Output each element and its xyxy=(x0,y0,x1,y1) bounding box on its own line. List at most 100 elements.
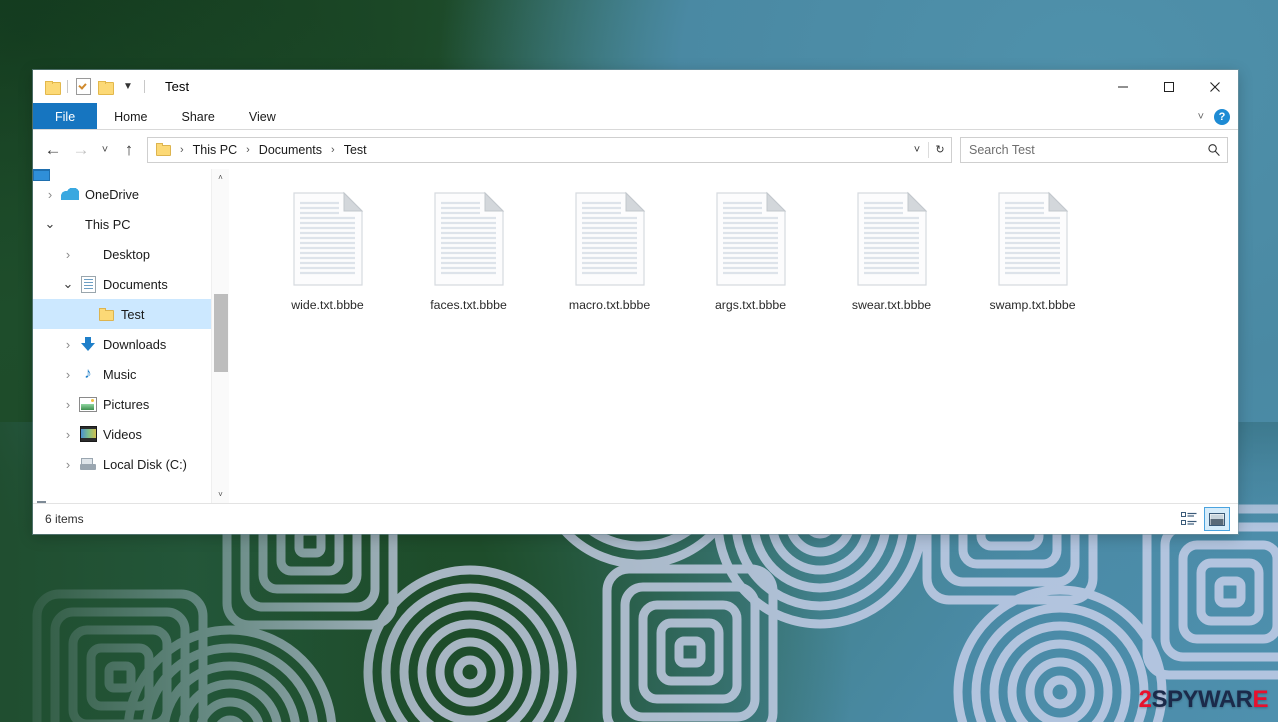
search-icon[interactable] xyxy=(1207,143,1221,157)
address-bar-actions: ˅ ↻ xyxy=(906,139,951,161)
watermark-suffix: E xyxy=(1252,686,1268,713)
file-item[interactable]: swear.txt.bbbe xyxy=(821,191,962,312)
tab-home[interactable]: Home xyxy=(97,103,164,130)
file-item[interactable]: faces.txt.bbbe xyxy=(398,191,539,312)
scroll-down-button[interactable]: ˅ xyxy=(212,486,229,503)
chevron-down-icon[interactable]: ˅ xyxy=(1198,111,1204,123)
sidebar-item-label: Music xyxy=(103,366,137,382)
ribbon-tab-bar: File Home Share View ˅ ? xyxy=(33,103,1238,130)
quick-access-toolbar: ▼ Test xyxy=(33,70,189,103)
text-file-icon[interactable] xyxy=(290,191,366,287)
ribbon-divider xyxy=(33,129,1238,130)
breadcrumb-separator-1: › xyxy=(246,143,250,156)
sidebar-item-documents[interactable]: ⌄ Documents xyxy=(33,269,229,299)
sidebar-item-desktop[interactable]: › Desktop xyxy=(33,170,229,269)
search-field[interactable] xyxy=(967,141,1207,158)
large-icons-view-button[interactable] xyxy=(1204,507,1230,531)
breadcrumb-folder-icon xyxy=(156,143,171,156)
close-button[interactable] xyxy=(1192,70,1238,103)
sidebar-item-test[interactable]: Test xyxy=(33,299,229,329)
sidebar-item-label: Test xyxy=(121,306,145,322)
videos-icon xyxy=(77,426,99,442)
file-list-pane[interactable]: wide.txt.bbbe faces.txt.bbbe macro.txt.bbb… xyxy=(229,169,1238,503)
file-explorer-window: ▼ Test File Home Share View ˅ ? ← → ˅ ↑ … xyxy=(33,70,1238,534)
chevron-right-icon[interactable]: › xyxy=(59,457,77,472)
ribbon-right-controls: ˅ ? xyxy=(1198,103,1230,130)
sidebar-item-label: Pictures xyxy=(103,396,150,412)
watermark-mid: SPYWAR xyxy=(1151,686,1253,713)
view-toggle-group xyxy=(1177,507,1230,531)
music-icon: ♪ xyxy=(84,364,92,382)
search-input[interactable] xyxy=(960,136,1228,163)
sidebar-item-label: This PC xyxy=(85,216,131,232)
file-name-label: swamp.txt.bbbe xyxy=(989,298,1076,312)
desktop-icon xyxy=(33,170,99,261)
sidebar-item-downloads[interactable]: › Downloads xyxy=(33,329,229,359)
local-disk-icon xyxy=(77,458,99,470)
breadcrumb-separator-2: › xyxy=(331,143,335,156)
folder-icon xyxy=(95,307,117,321)
breadcrumb[interactable]: › This PC › Documents › Test ˅ ↻ xyxy=(147,136,952,163)
minimize-button[interactable] xyxy=(1100,70,1146,103)
file-item[interactable]: wide.txt.bbbe xyxy=(257,191,398,312)
scrollbar-thumb[interactable] xyxy=(214,294,228,372)
chevron-right-icon[interactable]: › xyxy=(59,367,77,382)
folder-icon[interactable] xyxy=(41,76,63,98)
text-file-icon[interactable] xyxy=(995,191,1071,287)
sidebar-item-this-pc[interactable]: ⌄ This PC xyxy=(33,169,229,503)
text-file-icon[interactable] xyxy=(713,191,789,287)
sidebar-item-pictures[interactable]: › Pictures xyxy=(33,389,229,419)
tab-file[interactable]: File xyxy=(33,103,98,130)
qat-divider-2 xyxy=(144,80,145,93)
sidebar-item-label: Local Disk (C:) xyxy=(103,456,187,472)
tab-view[interactable]: View xyxy=(232,103,293,130)
chevron-right-icon[interactable]: › xyxy=(59,337,77,352)
breadcrumb-item-documents[interactable]: Documents xyxy=(257,143,324,157)
help-icon[interactable]: ? xyxy=(1214,108,1230,125)
tab-share[interactable]: Share xyxy=(165,103,232,130)
customize-caret-icon[interactable]: ▼ xyxy=(116,76,138,98)
chevron-down-icon[interactable]: ⌄ xyxy=(59,277,77,290)
chevron-down-icon[interactable]: ⌄ xyxy=(41,217,59,230)
chevron-right-icon[interactable]: › xyxy=(59,397,77,412)
recent-locations-button[interactable]: ˅ xyxy=(95,136,115,164)
address-history-caret-icon[interactable]: ˅ xyxy=(906,139,928,161)
breadcrumb-item-test[interactable]: Test xyxy=(342,143,369,157)
chevron-right-icon[interactable]: › xyxy=(59,427,77,442)
sidebar-item-label: Desktop xyxy=(103,246,150,262)
scrollbar-track[interactable] xyxy=(212,186,229,486)
sidebar-item-music[interactable]: › ♪ Music xyxy=(33,359,229,389)
properties-icon[interactable] xyxy=(72,76,94,98)
breadcrumb-item-this-pc[interactable]: This PC xyxy=(191,143,239,157)
file-name-label: swear.txt.bbbe xyxy=(851,298,932,312)
text-file-icon[interactable] xyxy=(854,191,930,287)
text-file-icon[interactable] xyxy=(572,191,648,287)
forward-button[interactable]: → xyxy=(67,136,95,164)
pictures-icon xyxy=(77,396,99,412)
file-name-label: args.txt.bbbe xyxy=(714,298,787,312)
window-title: Test xyxy=(165,79,190,94)
navigation-pane: › OneDrive ⌄ This PC › Desktop ⌄ Documents Test ›… xyxy=(33,169,229,503)
back-button[interactable]: ← xyxy=(39,136,67,164)
address-bar: ← → ˅ ↑ › This PC › Documents › Test ˅ ↻ xyxy=(33,130,1238,169)
scroll-up-button[interactable]: ˄ xyxy=(212,169,229,186)
details-view-button[interactable] xyxy=(1177,508,1201,530)
folder-tree: › OneDrive ⌄ This PC › Desktop ⌄ Documents Test ›… xyxy=(33,169,229,503)
chevron-right-icon[interactable]: › xyxy=(41,187,59,202)
sidebar-item-onedrive[interactable]: › OneDrive xyxy=(33,179,229,209)
sidebar-item-videos[interactable]: › Videos xyxy=(33,419,229,449)
new-folder-icon[interactable] xyxy=(94,76,116,98)
file-item[interactable]: macro.txt.bbbe xyxy=(539,191,680,312)
text-file-icon[interactable] xyxy=(431,191,507,287)
chevron-right-icon[interactable]: › xyxy=(59,247,77,262)
navigation-scrollbar[interactable]: ˄ ˅ xyxy=(211,169,229,503)
maximize-button[interactable] xyxy=(1146,70,1192,103)
sidebar-item-local-disk-c[interactable]: › Local Disk (C:) xyxy=(33,449,229,479)
sidebar-item-label: Documents xyxy=(103,276,168,292)
refresh-icon[interactable]: ↻ xyxy=(929,139,951,161)
breadcrumb-separator-0: › xyxy=(180,143,184,156)
up-button[interactable]: ↑ xyxy=(115,136,143,164)
watermark-logo: 2SPYWARE xyxy=(1139,686,1269,713)
file-item[interactable]: swamp.txt.bbbe xyxy=(962,191,1103,312)
file-item[interactable]: args.txt.bbbe xyxy=(680,191,821,312)
